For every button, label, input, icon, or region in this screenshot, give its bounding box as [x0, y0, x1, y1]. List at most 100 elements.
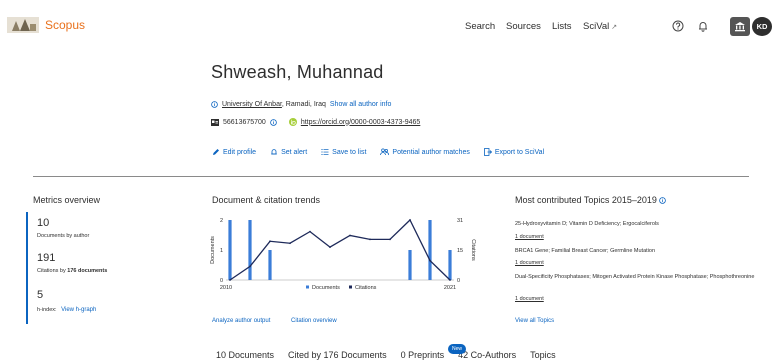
bell-outline-icon	[271, 149, 277, 155]
institution-icon	[735, 22, 745, 32]
h-index-row: h-index: View h-graph	[37, 307, 96, 313]
citation-point	[409, 219, 411, 221]
document-bar	[448, 250, 452, 280]
topics-info-icon[interactable]	[659, 197, 667, 204]
citations-label: Citations by 176 documents	[37, 268, 107, 274]
citation-point	[429, 259, 431, 262]
documents-count: 10	[37, 217, 50, 229]
topic-name-1[interactable]: 25-Hydroxyvitamin D; Vitamin D Deficienc…	[515, 221, 755, 229]
tab-documents[interactable]: 10 Documents	[216, 350, 274, 360]
author-name: Shweash, Muhannad	[211, 62, 384, 82]
affiliation-link[interactable]: University Of Anbar	[222, 101, 282, 108]
nav-sources[interactable]: Sources	[506, 21, 541, 32]
citation-point	[309, 230, 311, 233]
author-id-info-icon[interactable]	[270, 118, 277, 126]
nav-lists[interactable]: Lists	[552, 21, 572, 32]
nav-scival[interactable]: SciVal ↗	[583, 21, 617, 32]
metrics-overview-title: Metrics overview	[33, 195, 101, 205]
trend-chart: 2 1 0 31 15 0 Documents Citations 2010 2021 Docume…	[210, 218, 476, 291]
citations-label-prefix: Citations by	[37, 268, 68, 274]
brand-name[interactable]: Scopus	[45, 18, 85, 32]
potential-author-matches-label: Potential author matches	[392, 148, 470, 156]
topic-docs-2[interactable]: 1 document	[515, 260, 544, 266]
legend-documents-swatch	[306, 285, 309, 289]
citation-point	[249, 265, 251, 268]
citations-documents-count: 176 documents	[67, 268, 108, 274]
citations-count: 191	[37, 252, 56, 264]
y2-axis-label: Citations	[470, 239, 476, 261]
orcid-icon	[288, 118, 297, 126]
tab-cited-by[interactable]: Cited by 176 Documents	[288, 350, 387, 360]
citation-point	[329, 246, 331, 248]
help-icon[interactable]	[668, 16, 688, 36]
topics-title: Most contributed Topics 2015–2019	[515, 195, 667, 205]
y2-tick-label: 0	[457, 278, 460, 284]
section-divider	[33, 176, 749, 177]
edit-profile-label: Edit profile	[223, 148, 257, 156]
user-avatar[interactable]: KD	[752, 17, 772, 36]
nav-search[interactable]: Search	[465, 21, 495, 32]
citation-point	[449, 279, 451, 281]
top-header: Scopus Search Sources Lists SciVal ↗ KD	[0, 0, 774, 52]
tab-preprints[interactable]: 0 Preprints	[401, 350, 445, 360]
x-tick-label: 2021	[444, 285, 456, 291]
metrics-accent-bar	[26, 212, 28, 324]
save-to-list-button[interactable]: Save to list	[321, 148, 366, 156]
y-tick-label: 2	[220, 218, 223, 224]
document-bar	[428, 220, 432, 280]
x-tick-label: 2010	[220, 285, 232, 291]
document-bar	[268, 250, 272, 280]
pencil-icon	[213, 149, 219, 155]
new-badge: New	[448, 344, 466, 354]
profile-actions: Edit profile Set alert Save to list Pote…	[212, 148, 544, 156]
analyze-author-output-link[interactable]: Analyze author output	[212, 318, 270, 324]
identifiers-row: 56613675700 https://orcid.org/0000-0003-…	[211, 118, 420, 126]
topic-docs-1[interactable]: 1 document	[515, 234, 544, 240]
citation-point	[349, 234, 351, 237]
legend-citations-label: Citations	[355, 285, 377, 291]
y2-tick-label: 31	[457, 218, 463, 224]
y2-tick-label: 15	[457, 248, 463, 254]
affiliation-row: University Of Anbar, Ramadi, Iraq Show a…	[211, 101, 391, 108]
legend-documents-label: Documents	[312, 285, 340, 291]
legend-citations-swatch	[349, 285, 352, 289]
export-icon	[483, 148, 492, 156]
nav-scival-label: SciVal	[583, 21, 610, 32]
edit-profile-button[interactable]: Edit profile	[212, 148, 256, 156]
show-all-author-info-link[interactable]: Show all author info	[330, 101, 391, 108]
citation-line	[229, 218, 451, 281]
topic-docs-3[interactable]: 1 document	[515, 296, 544, 302]
citation-point	[269, 240, 271, 243]
document-bar	[228, 220, 232, 280]
tab-co-authors[interactable]: 42 Co-Authors	[458, 350, 516, 360]
tab-topics[interactable]: Topics	[530, 350, 556, 360]
citation-point	[289, 242, 291, 245]
orcid-link[interactable]: https://orcid.org/0000-0003-4373-9465	[301, 119, 420, 126]
citation-overview-link[interactable]: Citation overview	[291, 318, 337, 324]
topic-name-2[interactable]: BRCA1 Gene; Familial Breast Cancer; Germ…	[515, 248, 755, 256]
info-icon	[211, 101, 218, 108]
citation-point	[229, 279, 231, 281]
y-axis-label: Documents	[210, 236, 216, 264]
external-link-icon: ↗	[611, 24, 618, 31]
h-index-value: 5	[37, 289, 44, 301]
document-bar	[408, 250, 412, 280]
view-h-graph-link[interactable]: View h-graph	[61, 307, 96, 313]
potential-author-matches-button[interactable]: Potential author matches	[380, 148, 470, 156]
profile-tabs: 10 Documents Cited by 176 Documents 0 Pr…	[216, 350, 556, 360]
institution-button[interactable]	[730, 17, 750, 36]
elsevier-logo[interactable]	[6, 15, 40, 35]
author-id: 56613675700	[223, 118, 266, 126]
list-icon	[321, 149, 329, 155]
topics-title-text: Most contributed Topics 2015–2019	[515, 195, 657, 205]
trends-title: Document & citation trends	[212, 195, 321, 205]
set-alert-button[interactable]: Set alert	[270, 148, 307, 156]
bell-icon[interactable]	[693, 16, 713, 36]
y-tick-label: 1	[220, 248, 223, 254]
view-all-topics-link[interactable]: View all Topics	[515, 318, 554, 324]
topic-name-3[interactable]: Dual-Specificity Phosphatases; Mitogen A…	[515, 274, 755, 282]
documents-label: Documents by author	[37, 233, 90, 239]
export-to-scival-label: Export to SciVal	[494, 148, 545, 156]
export-to-scival-button[interactable]: Export to SciVal	[483, 148, 545, 156]
affiliation-location: , Ramadi, Iraq	[281, 101, 326, 108]
